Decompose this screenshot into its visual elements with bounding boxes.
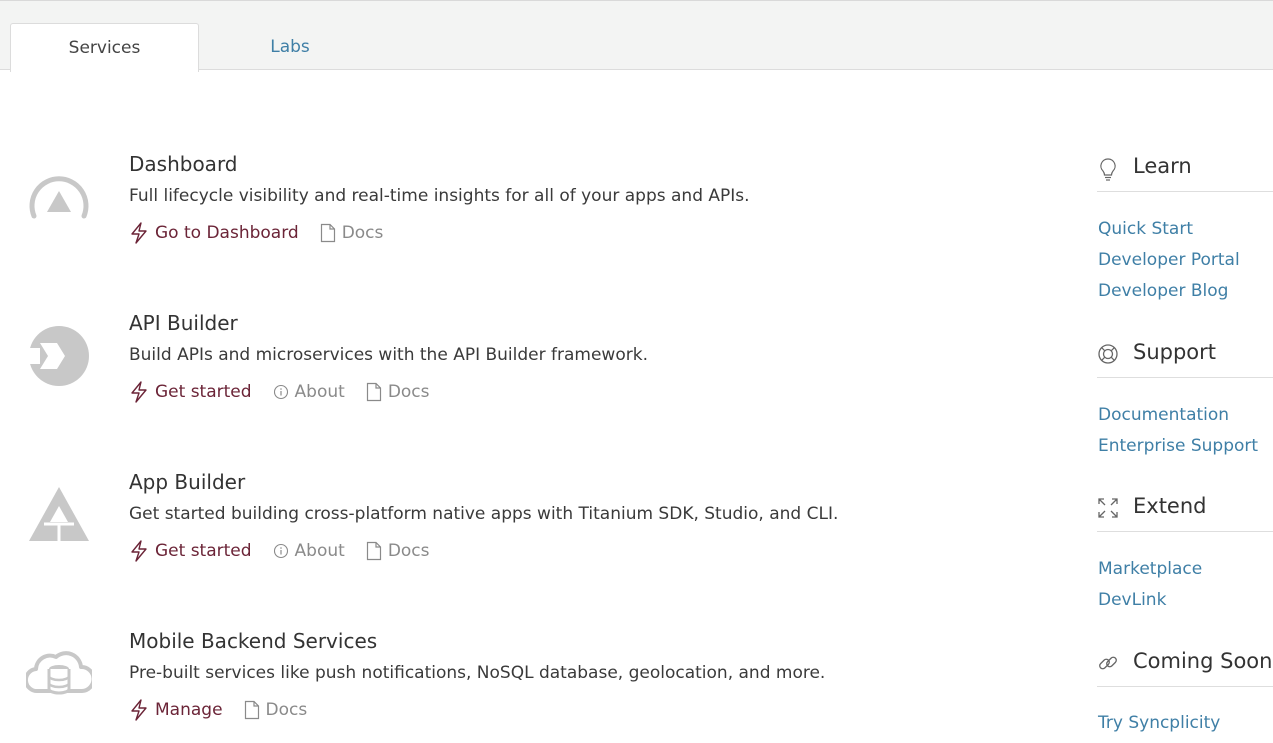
action-label: Go to Dashboard [155, 223, 299, 243]
api-builder-icon [26, 326, 89, 386]
lightning-icon [131, 540, 147, 562]
document-icon [366, 541, 381, 561]
action-label: Get started [155, 382, 252, 402]
expand-arrows-icon [1098, 498, 1118, 518]
action-label: About [294, 382, 345, 402]
sidebar-heading-extend: Extend [1097, 488, 1273, 532]
service-description: Build APIs and microservices with the AP… [129, 345, 648, 365]
sidebar-link-devlink[interactable]: DevLink [1098, 590, 1166, 610]
docs-link[interactable]: Docs [366, 541, 430, 561]
document-icon [366, 382, 381, 402]
service-title: App Builder [129, 470, 246, 494]
service-description: Pre-built services like push notificatio… [129, 663, 826, 683]
document-icon [320, 223, 335, 243]
sidebar-heading-text: Support [1133, 340, 1217, 364]
sidebar-heading-text: Learn [1133, 154, 1192, 178]
lightning-icon [131, 381, 147, 403]
tab-services[interactable]: Services [10, 23, 199, 72]
about-link[interactable]: About [273, 541, 345, 561]
sidebar-heading-text: Coming Soon [1133, 649, 1273, 673]
sidebar-heading-support: Support [1097, 334, 1273, 378]
docs-link[interactable]: Docs [244, 700, 308, 720]
dashboard-gauge-icon [29, 176, 89, 219]
sidebar-link-enterprise-support[interactable]: Enterprise Support [1098, 436, 1258, 456]
sidebar-link-developer-portal[interactable]: Developer Portal [1098, 250, 1240, 270]
sidebar-heading-coming-soon: Coming Soon [1097, 643, 1273, 687]
service-actions: Get started About Docs [129, 379, 451, 405]
sidebar-link-documentation[interactable]: Documentation [1098, 405, 1229, 425]
lightbulb-icon [1100, 158, 1116, 181]
cloud-database-icon [26, 651, 92, 695]
sidebar-heading-text: Extend [1133, 494, 1207, 518]
docs-link[interactable]: Docs [320, 223, 384, 243]
manage-link[interactable]: Manage [129, 699, 223, 721]
about-link[interactable]: About [273, 382, 345, 402]
service-title: Mobile Backend Services [129, 629, 378, 653]
sidebar-heading-learn: Learn [1097, 148, 1273, 192]
info-icon [273, 384, 288, 400]
tab-bar: Services Labs [0, 0, 1273, 72]
action-label: About [294, 541, 345, 561]
service-title: Dashboard [129, 152, 238, 176]
sidebar-link-developer-blog[interactable]: Developer Blog [1098, 281, 1228, 301]
service-description: Full lifecycle visibility and real-time … [129, 186, 750, 206]
service-title: API Builder [129, 311, 238, 335]
sidebar-link-try-syncplicity[interactable]: Try Syncplicity [1098, 713, 1220, 733]
get-started-link[interactable]: Get started [129, 381, 252, 403]
action-label: Docs [265, 700, 308, 720]
action-label: Manage [155, 700, 223, 720]
lifebuoy-icon [1098, 344, 1118, 364]
tab-labs[interactable]: Labs [200, 23, 380, 72]
service-actions: Get started About Docs [129, 538, 451, 564]
info-icon [273, 543, 288, 559]
action-label: Get started [155, 541, 252, 561]
document-icon [244, 700, 259, 720]
action-label: Docs [387, 382, 430, 402]
lightning-icon [131, 699, 147, 721]
service-actions: Go to Dashboard Docs [129, 220, 404, 246]
app-builder-triangle-icon [29, 487, 89, 541]
sidebar-link-quick-start[interactable]: Quick Start [1098, 219, 1193, 239]
link-icon [1099, 656, 1117, 670]
lightning-icon [131, 222, 147, 244]
get-started-link[interactable]: Get started [129, 540, 252, 562]
service-description: Get started building cross-platform nati… [129, 504, 839, 524]
go-to-dashboard-link[interactable]: Go to Dashboard [129, 222, 299, 244]
action-label: Docs [387, 541, 430, 561]
docs-link[interactable]: Docs [366, 382, 430, 402]
action-label: Docs [341, 223, 384, 243]
service-actions: Manage Docs [129, 697, 328, 723]
sidebar-link-marketplace[interactable]: Marketplace [1098, 559, 1202, 579]
